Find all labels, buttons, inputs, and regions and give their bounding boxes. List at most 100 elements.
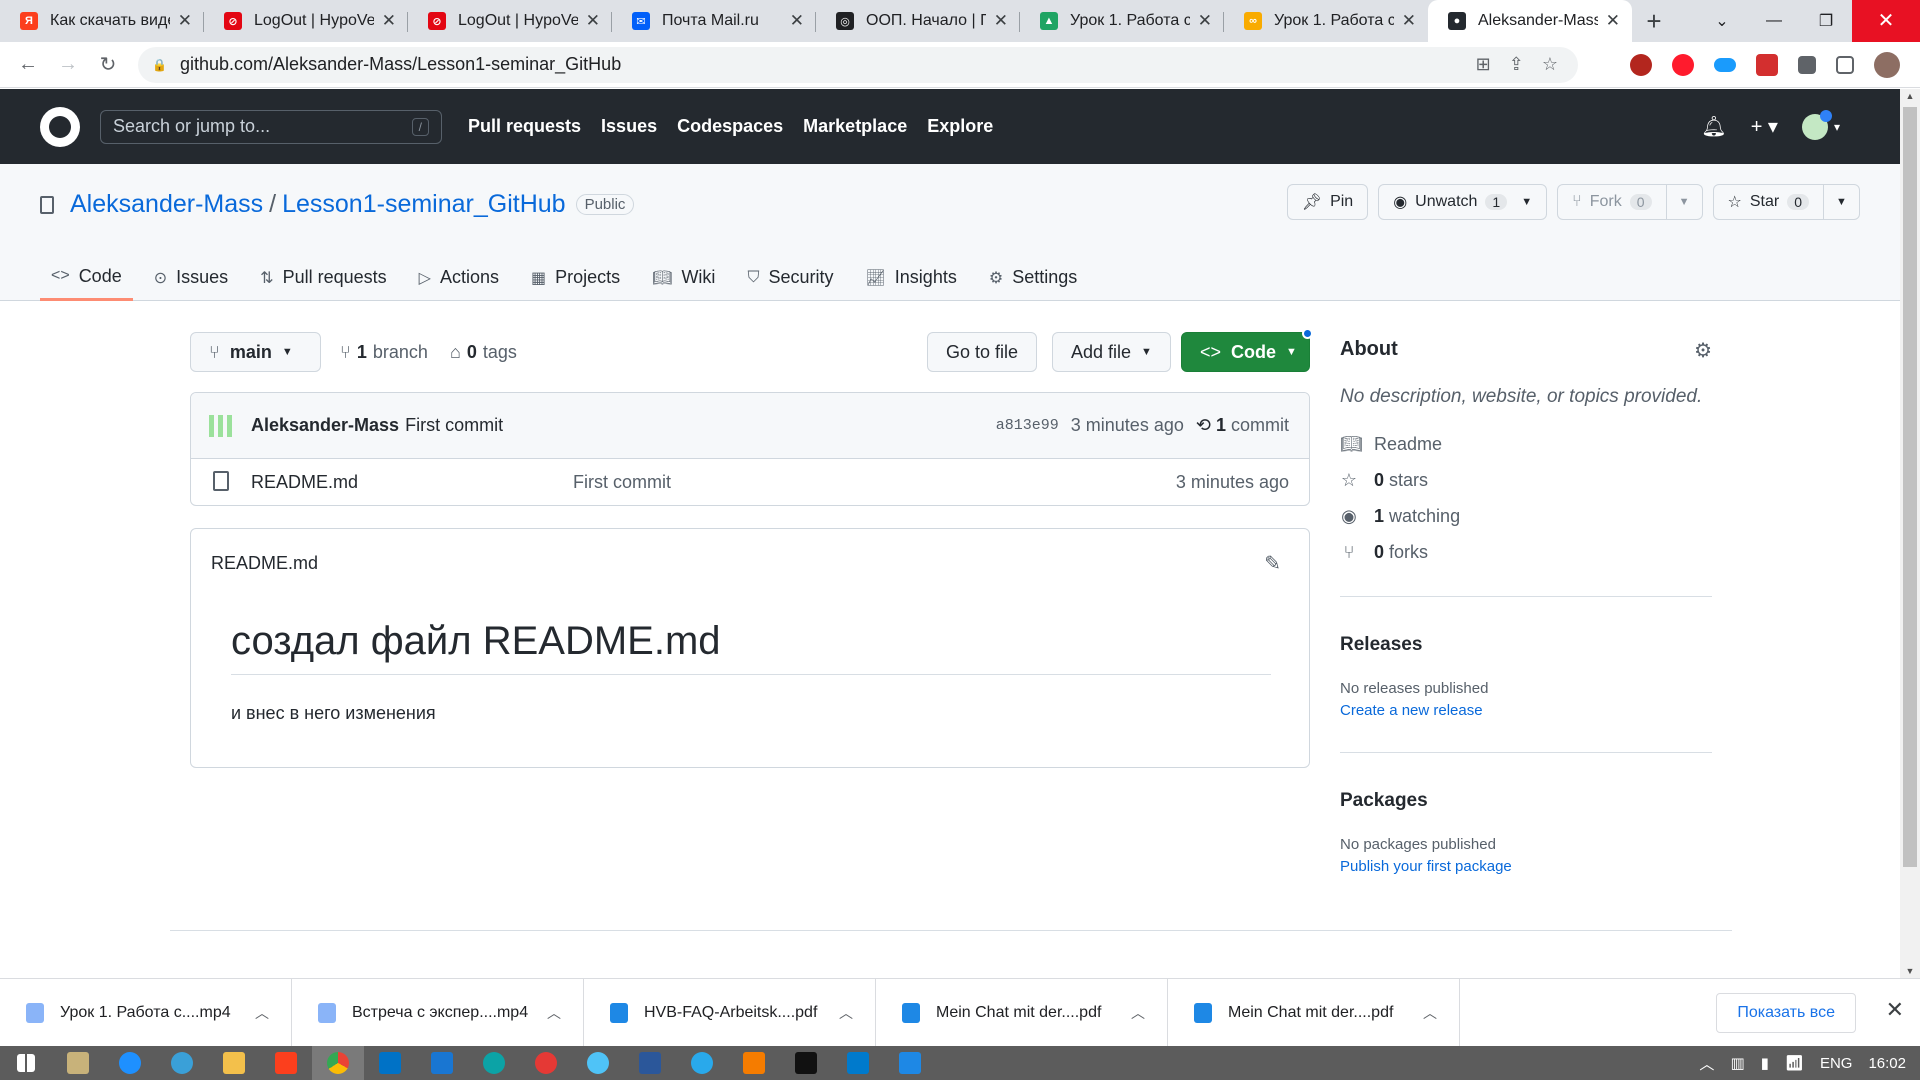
tray-expand-icon[interactable]: ︿: [1699, 1053, 1714, 1074]
search-app-icon[interactable]: [416, 1046, 468, 1080]
chevron-up-icon[interactable]: ︿: [839, 1003, 853, 1023]
tab-search-icon[interactable]: ⌄: [1696, 11, 1748, 31]
yandex-browser-icon[interactable]: [520, 1046, 572, 1080]
packages-title[interactable]: Packages: [1340, 790, 1428, 812]
chevron-up-icon[interactable]: ︿: [1423, 1003, 1437, 1023]
forward-icon[interactable]: →: [48, 53, 88, 76]
media-player-icon[interactable]: [728, 1046, 780, 1080]
translate-icon[interactable]: ⊞: [1476, 54, 1491, 75]
add-file-button[interactable]: Add file ▼: [1052, 332, 1171, 372]
extension-icon[interactable]: [1630, 53, 1652, 76]
language-indicator[interactable]: ENG: [1820, 1055, 1853, 1072]
browser-tab-active[interactable]: ● Aleksander-Mass/L ✕: [1428, 0, 1632, 42]
scrollbar-thumb[interactable]: [1903, 107, 1917, 867]
browser-tab[interactable]: ⊘ LogOut | HypoVere ✕: [204, 0, 408, 42]
watching-link[interactable]: ◉ 1 watching: [1340, 506, 1460, 527]
pin-button[interactable]: 📌︎ Pin: [1286, 184, 1369, 220]
nav-explore[interactable]: Explore: [927, 116, 993, 137]
cloud-extension-icon[interactable]: [1714, 57, 1736, 72]
share-icon[interactable]: ⇪: [1509, 54, 1524, 75]
minimize-icon[interactable]: —: [1748, 12, 1800, 30]
vscode-icon[interactable]: [832, 1046, 884, 1080]
taskbar-app-icon[interactable]: [156, 1046, 208, 1080]
tab-issues[interactable]: ⊙ Issues: [143, 254, 239, 301]
close-tab-icon[interactable]: ✕: [1198, 11, 1212, 31]
new-tab-icon[interactable]: +: [1632, 0, 1676, 42]
back-icon[interactable]: ←: [8, 53, 48, 76]
notifications-bell-icon[interactable]: 🔔︎: [1701, 114, 1726, 139]
download-item[interactable]: Урок 1. Работа с....mp4 ︿: [0, 978, 292, 1047]
scroll-down-icon[interactable]: ▼: [1900, 966, 1920, 976]
star-dropdown[interactable]: ▼: [1823, 185, 1859, 219]
close-tab-icon[interactable]: ✕: [994, 11, 1008, 31]
show-all-downloads-button[interactable]: Показать все: [1716, 993, 1856, 1033]
close-tab-icon[interactable]: ✕: [178, 11, 192, 31]
network-icon[interactable]: ▥: [1730, 1054, 1744, 1072]
close-downloads-icon[interactable]: ✕: [1886, 997, 1904, 1023]
chevron-up-icon[interactable]: ︿: [255, 1003, 269, 1023]
outlook-icon[interactable]: [364, 1046, 416, 1080]
chevron-up-icon[interactable]: ︿: [547, 1003, 561, 1023]
nav-pull-requests[interactable]: Pull requests: [468, 116, 581, 137]
fork-button[interactable]: ⑂ Fork 0 ▼: [1557, 184, 1703, 220]
chevron-up-icon[interactable]: ︿: [1131, 1003, 1145, 1023]
file-commit-message[interactable]: First commit: [573, 472, 671, 493]
tab-pull-requests[interactable]: ⇅ Pull requests: [249, 254, 397, 301]
download-item[interactable]: Mein Chat mit der....pdf ︿: [876, 978, 1168, 1047]
tab-insights[interactable]: 📈︎ Insights: [854, 254, 967, 301]
yandex-icon[interactable]: [260, 1046, 312, 1080]
tab-security[interactable]: ⛉ Security: [736, 254, 844, 301]
word-icon[interactable]: [624, 1046, 676, 1080]
download-item[interactable]: Встреча с экспер....mp4 ︿: [292, 978, 584, 1047]
battery-icon[interactable]: ▮: [1761, 1054, 1769, 1072]
readme-filename[interactable]: README.md: [211, 553, 318, 574]
close-tab-icon[interactable]: ✕: [790, 11, 804, 31]
nav-issues[interactable]: Issues: [601, 116, 657, 137]
ie-icon[interactable]: [104, 1046, 156, 1080]
url-field[interactable]: 🔒 github.com/Aleksander-Mass/Lesson1-sem…: [138, 46, 1578, 83]
scroll-up-icon[interactable]: ▲: [1900, 91, 1920, 101]
close-tab-icon[interactable]: ✕: [1606, 11, 1620, 31]
tab-settings[interactable]: ⚙ Settings: [978, 254, 1088, 301]
create-release-link[interactable]: Create a new release: [1340, 702, 1483, 719]
browser-tab[interactable]: ◎ ООП. Начало | По ✕: [816, 0, 1020, 42]
file-name-link[interactable]: README.md: [251, 472, 358, 493]
search-input[interactable]: Search or jump to... /: [100, 109, 442, 144]
commit-sha[interactable]: a813e99: [996, 417, 1059, 434]
pencil-edit-icon[interactable]: ✎: [1264, 551, 1281, 576]
tags-link[interactable]: ⌂ 0 tags: [450, 342, 517, 363]
download-item[interactable]: HVB-FAQ-Arbeitsk....pdf ︿: [584, 978, 876, 1047]
restore-icon[interactable]: ❐: [1800, 11, 1852, 31]
browser-tab[interactable]: ⊘ LogOut | HypoVere ✕: [408, 0, 612, 42]
opera-extension-icon[interactable]: [1672, 53, 1694, 76]
readme-link[interactable]: 📖︎ Readme: [1340, 434, 1442, 455]
releases-title[interactable]: Releases: [1340, 634, 1422, 656]
windows-start-icon[interactable]: [0, 1046, 52, 1080]
browser-tab[interactable]: Я Как скачать видео ✕: [0, 0, 204, 42]
gear-icon[interactable]: ⚙: [1694, 338, 1712, 363]
go-to-file-button[interactable]: Go to file: [927, 332, 1038, 372]
side-panel-icon[interactable]: [1836, 55, 1854, 74]
telegram-icon[interactable]: [676, 1046, 728, 1080]
pdf-reader-icon[interactable]: [884, 1046, 936, 1080]
repo-owner-link[interactable]: Aleksander-Mass: [70, 190, 263, 219]
profile-avatar[interactable]: [1874, 51, 1900, 78]
fork-dropdown[interactable]: ▼: [1665, 185, 1702, 219]
close-tab-icon[interactable]: ✕: [382, 11, 396, 31]
file-explorer-icon[interactable]: [208, 1046, 260, 1080]
commit-message[interactable]: First commit: [405, 415, 503, 436]
github-logo-icon[interactable]: [40, 106, 80, 147]
browser-tab[interactable]: ∞ Урок 1. Работа с у ✕: [1224, 0, 1428, 42]
user-menu[interactable]: ▾: [1801, 109, 1840, 140]
taskbar-app-icon[interactable]: [52, 1046, 104, 1080]
repo-name-link[interactable]: Lesson1-seminar_GitHub: [282, 190, 565, 219]
puzzle-icon[interactable]: [1798, 55, 1816, 74]
close-tab-icon[interactable]: ✕: [1402, 11, 1416, 31]
taskbar-app-icon[interactable]: [572, 1046, 624, 1080]
branches-link[interactable]: ⑂ 1 branch: [340, 342, 428, 363]
commit-author[interactable]: Aleksander-Mass: [251, 415, 399, 436]
branch-selector[interactable]: ⑂ main ▼: [190, 332, 321, 372]
terminal-icon[interactable]: [780, 1046, 832, 1080]
tab-wiki[interactable]: 📖︎ Wiki: [641, 254, 726, 301]
tab-code[interactable]: <> Code: [40, 254, 133, 301]
